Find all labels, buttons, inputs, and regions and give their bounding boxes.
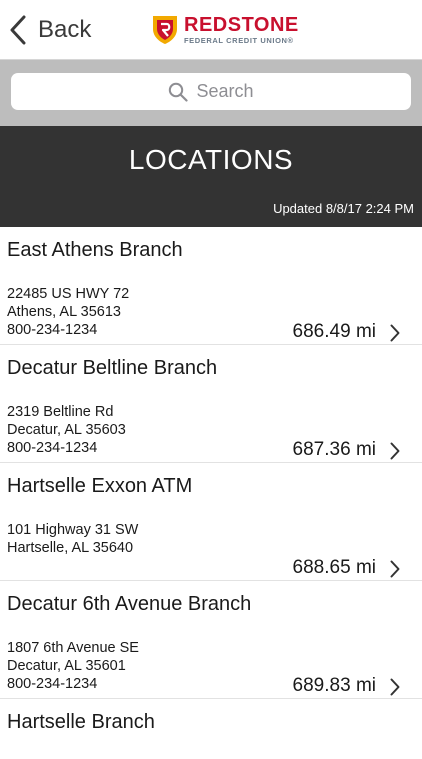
location-phone: 800-234-1234 (7, 322, 98, 338)
redstone-logo: REDSTONE FEDERAL CREDIT UNION® (152, 14, 299, 46)
search-icon (169, 82, 189, 102)
chevron-right-icon (390, 442, 400, 460)
location-row[interactable]: East Athens Branch 22485 US HWY 72 Athen… (0, 227, 422, 345)
location-street: 2319 Beltline Rd (7, 404, 114, 420)
location-row[interactable]: Hartselle Exxon ATM 101 Highway 31 SW Ha… (0, 463, 422, 581)
location-phone: 800-234-1234 (7, 440, 98, 456)
location-street: 101 Highway 31 SW (7, 522, 139, 538)
shield-logo-icon (153, 16, 177, 44)
location-row[interactable]: Hartselle Branch (0, 699, 422, 759)
logo-subtitle: FEDERAL CREDIT UNION® (184, 36, 294, 46)
logo-name: REDSTONE (184, 14, 299, 37)
location-distance: 689.83 mi (292, 675, 376, 696)
location-row[interactable]: Decatur Beltline Branch 2319 Beltline Rd… (0, 345, 422, 463)
location-row[interactable]: Decatur 6th Avenue Branch 1807 6th Avenu… (0, 581, 422, 699)
location-city: Hartselle, AL 35640 (7, 540, 134, 556)
location-address: 1807 6th Avenue SE Decatur, AL 35601 800… (7, 639, 139, 693)
back-button[interactable]: Back (10, 12, 91, 48)
location-distance: 686.49 mi (292, 321, 376, 342)
location-distance: 687.36 mi (292, 439, 376, 460)
location-street: 1807 6th Avenue SE (7, 640, 139, 656)
locations-header: LOCATIONS Updated 8/8/17 2:24 PM (0, 126, 422, 227)
page-title: LOCATIONS (128, 144, 294, 175)
location-address: 22485 US HWY 72 Athens, AL 35613 800-234… (7, 285, 129, 339)
updated-timestamp: Updated 8/8/17 2:24 PM (273, 201, 414, 216)
search-placeholder: Search (196, 81, 254, 101)
location-name: Hartselle Exxon ATM (7, 475, 193, 497)
location-name: East Athens Branch (7, 239, 183, 261)
chevron-right-icon (390, 678, 400, 696)
chevron-right-icon (390, 324, 400, 342)
location-distance: 688.65 mi (292, 557, 376, 578)
location-address: 2319 Beltline Rd Decatur, AL 35603 800-2… (7, 403, 126, 457)
location-phone: 800-234-1234 (7, 676, 98, 692)
chevron-left-icon (10, 15, 26, 45)
location-city: Athens, AL 35613 (7, 304, 121, 320)
location-street: 22485 US HWY 72 (7, 286, 130, 302)
search-input[interactable]: Search (11, 73, 411, 110)
locations-list: East Athens Branch 22485 US HWY 72 Athen… (0, 227, 422, 759)
location-name: Decatur Beltline Branch (7, 357, 218, 379)
location-city: Decatur, AL 35603 (7, 422, 126, 438)
location-name: Decatur 6th Avenue Branch (7, 593, 252, 615)
back-label: Back (38, 16, 92, 43)
nav-bar: Back REDSTONE FEDERAL CREDIT UNION® (0, 0, 422, 60)
location-address: 101 Highway 31 SW Hartselle, AL 35640 (7, 521, 138, 557)
search-bar-area: Search (0, 60, 422, 126)
location-name: Hartselle Branch (7, 711, 155, 733)
chevron-right-icon (390, 560, 400, 578)
location-city: Decatur, AL 35601 (7, 658, 126, 674)
